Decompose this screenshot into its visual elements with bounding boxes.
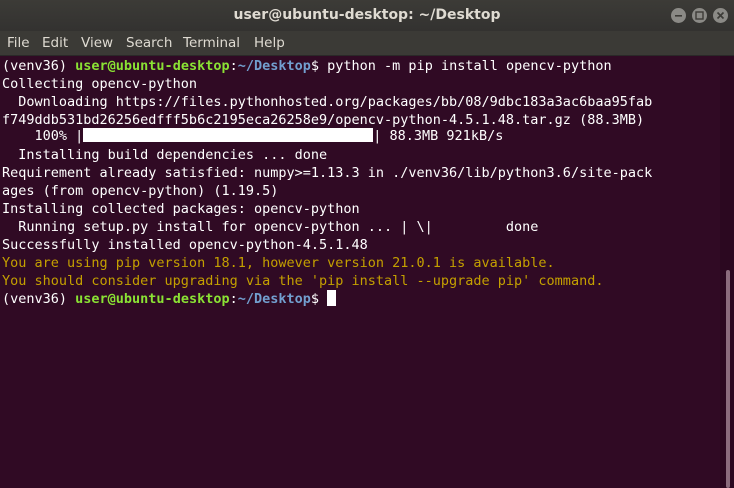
venv-label: (venv36) bbox=[2, 291, 76, 307]
progress-line: 100% | | 88.3MB 921kB/s bbox=[2, 127, 503, 145]
terminal-line: (venv36) user@ubuntu-desktop:~/Desktop$ … bbox=[2, 57, 612, 75]
venv-label: (venv36) bbox=[2, 58, 76, 74]
maximize-icon bbox=[695, 11, 704, 20]
warning-line: You are using pip version 18.1, however … bbox=[2, 255, 555, 271]
progress-bar bbox=[83, 128, 374, 142]
prompt-path: ~/Desktop bbox=[237, 291, 311, 307]
progress-percent: 100% | bbox=[2, 128, 84, 144]
terminal-window: user@ubuntu-desktop: ~/Desktop File Edit… bbox=[0, 0, 734, 488]
scrollbar-thumb[interactable] bbox=[726, 270, 730, 488]
prompt-dollar: $ bbox=[310, 291, 328, 307]
terminal-line: Installing build dependencies ... done bbox=[2, 147, 328, 163]
terminal-line: Installing collected packages: opencv-py… bbox=[2, 201, 360, 217]
terminal-output[interactable]: (venv36) user@ubuntu-desktop:~/Desktop$ … bbox=[0, 56, 720, 488]
menu-view[interactable]: View bbox=[81, 35, 113, 51]
minimize-button[interactable] bbox=[671, 8, 686, 23]
terminal-line: Downloading https://files.pythonhosted.o… bbox=[2, 94, 653, 110]
menu-help[interactable]: Help bbox=[254, 35, 285, 51]
terminal-line: Collecting opencv-python bbox=[2, 76, 198, 92]
window-title: user@ubuntu-desktop: ~/Desktop bbox=[233, 7, 501, 23]
command-text: python -m pip install opencv-python bbox=[327, 58, 612, 74]
progress-stats: | 88.3MB 921kB/s bbox=[373, 128, 504, 144]
menu-file[interactable]: File bbox=[7, 35, 30, 51]
prompt-separator: : bbox=[229, 291, 238, 307]
terminal-line: Successfully installed opencv-python-4.5… bbox=[2, 237, 368, 253]
terminal-prompt: (venv36) user@ubuntu-desktop:~/Desktop$ bbox=[2, 290, 337, 308]
terminal-line: ages (from opencv-python) (1.19.5) bbox=[2, 183, 279, 199]
maximize-button[interactable] bbox=[692, 8, 707, 23]
prompt-user: user@ubuntu-desktop bbox=[75, 291, 230, 307]
terminal-line: Requirement already satisfied: numpy>=1.… bbox=[2, 165, 653, 181]
text-cursor bbox=[327, 290, 337, 306]
minimize-icon bbox=[675, 15, 682, 17]
terminal-line: Running setup.py install for opencv-pyth… bbox=[2, 219, 539, 235]
menu-terminal[interactable]: Terminal bbox=[183, 35, 240, 51]
menu-bar: File Edit View Search Terminal Help bbox=[0, 31, 734, 56]
close-icon bbox=[716, 11, 725, 20]
menu-edit[interactable]: Edit bbox=[42, 35, 68, 51]
close-button[interactable] bbox=[713, 8, 728, 23]
prompt-path: ~/Desktop bbox=[237, 58, 311, 74]
menu-search[interactable]: Search bbox=[126, 35, 172, 51]
title-bar[interactable]: user@ubuntu-desktop: ~/Desktop bbox=[0, 0, 734, 31]
prompt-separator: : bbox=[229, 58, 238, 74]
warning-line: You should consider upgrading via the 'p… bbox=[2, 273, 604, 289]
prompt-user: user@ubuntu-desktop bbox=[75, 58, 230, 74]
prompt-dollar: $ bbox=[310, 58, 328, 74]
